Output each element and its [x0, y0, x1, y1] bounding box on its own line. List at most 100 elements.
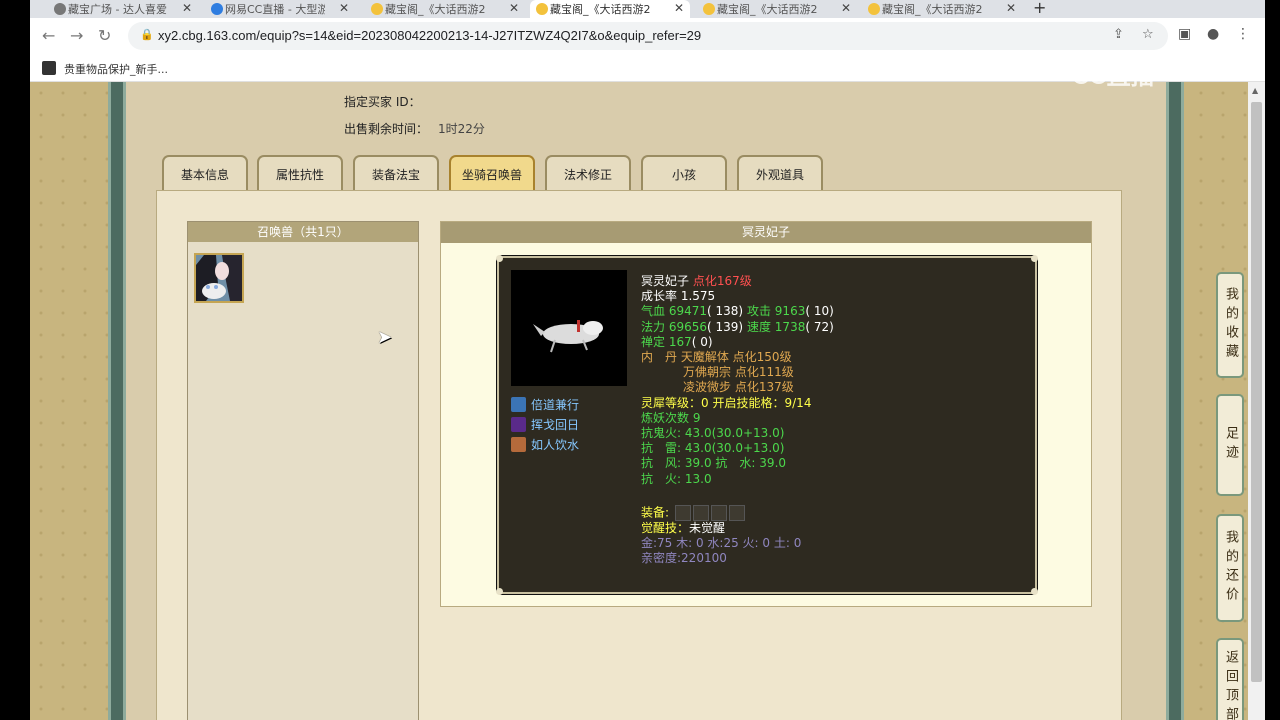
- pet-name-row: 冥灵妃子 点化167级: [641, 274, 834, 289]
- pet-skill-3[interactable]: 如人饮水: [511, 436, 579, 453]
- bookmark-favicon-icon: [42, 61, 56, 75]
- address-bar[interactable]: 🔒 xy2.cbg.163.com/equip?s=14&eid=2023080…: [128, 22, 1168, 50]
- cbg-favicon-icon: [371, 3, 383, 15]
- my-favorites-button[interactable]: 我的收藏: [1216, 272, 1244, 378]
- tab-title: 藏宝阁_《大话西游2》...: [385, 3, 485, 16]
- resist-label: 抗 火:: [641, 471, 682, 486]
- equip-label: 装备:: [641, 505, 670, 520]
- tab-basic-info[interactable]: 基本信息: [162, 155, 248, 191]
- page-scrollbar[interactable]: ▲: [1248, 82, 1265, 720]
- resist-value: 43.0: [684, 426, 712, 441]
- growth-rate: 成长率 1.575: [641, 289, 716, 304]
- toolbar: ← → ↻ 🔒 xy2.cbg.163.com/equip?s=14&eid=2…: [30, 18, 1265, 54]
- awaken-label: 觉醒技：: [641, 520, 690, 535]
- refine-label: 炼妖次数: [641, 410, 690, 425]
- browser-tab-1[interactable]: 藏宝广场 - 达人喜爱... ✕: [48, 0, 198, 18]
- summon-list-box: 召唤兽（共1只）: [187, 221, 419, 720]
- close-tab-icon[interactable]: ✕: [841, 1, 851, 15]
- tab-attribute-resist[interactable]: 属性抗性: [257, 155, 343, 191]
- resist-value: 39.0: [759, 456, 787, 471]
- tab-spell-correction[interactable]: 法术修正: [545, 155, 631, 191]
- nav-label: 我的还价: [1223, 530, 1238, 606]
- hp-points: ( 138): [707, 304, 744, 319]
- resist-wind-water-row: 抗 风: 39.0 抗 水: 39.0: [641, 456, 834, 471]
- left-border-band: [108, 82, 126, 720]
- inner-dan-3: 凌波微步 点化137级: [683, 380, 794, 395]
- pet-skill-2[interactable]: 挥戈回日: [511, 416, 579, 433]
- equip-slot[interactable]: [710, 504, 727, 521]
- tab-mount-summon[interactable]: 坐骑召唤兽: [449, 155, 535, 191]
- back-icon[interactable]: ←: [42, 26, 55, 45]
- mp-label: 法力: [641, 319, 666, 334]
- intimacy-row: 亲密度:220100: [641, 551, 727, 566]
- tab-equipment[interactable]: 装备法宝: [353, 155, 439, 191]
- footprint-button[interactable]: 足迹: [1216, 394, 1244, 496]
- web-page: 指定买家 ID： 出售剩余时间： 1时22分 基本信息 属性抗性 装备法宝 坐骑召…: [30, 82, 1248, 720]
- tab-appearance[interactable]: 外观道具: [737, 155, 823, 191]
- resist-value: 39.0: [684, 456, 712, 471]
- menu-icon[interactable]: ⋮: [1236, 26, 1250, 42]
- close-tab-icon[interactable]: ✕: [339, 1, 349, 15]
- forward-icon[interactable]: →: [70, 26, 83, 45]
- summon-avatar[interactable]: [194, 253, 244, 303]
- share-icon[interactable]: ⇪: [1113, 27, 1124, 42]
- corner-ornament: [1031, 588, 1038, 595]
- my-bargain-button[interactable]: 我的还价: [1216, 514, 1244, 622]
- cc-favicon-icon: [211, 3, 223, 15]
- resist-label: 抗 风:: [641, 456, 682, 471]
- inner-dan-2: 万佛朝宗 点化111级: [683, 365, 794, 380]
- close-tab-icon[interactable]: ✕: [509, 1, 519, 15]
- spd-points: ( 72): [805, 319, 834, 334]
- browser-tab-5[interactable]: 藏宝阁_《大话西游2》... ✕: [697, 0, 857, 18]
- lock-icon[interactable]: 🔒: [140, 28, 154, 41]
- reload-icon[interactable]: ↻: [98, 26, 111, 45]
- resist-label: 抗 水:: [715, 456, 756, 471]
- sidebar-icon[interactable]: ▣: [1178, 26, 1191, 42]
- lingxi-row: 灵犀等级：0 开启技能格：9/14: [641, 396, 834, 411]
- equip-slot[interactable]: [728, 504, 745, 521]
- zen-row: 禅定 167( 0): [641, 335, 834, 350]
- profile-icon[interactable]: ●: [1207, 26, 1219, 42]
- browser-tab-4-active[interactable]: 藏宝阁_《大话西游2》... ✕: [530, 0, 690, 18]
- browser-tab-2[interactable]: 网易CC直播 - 大型游戏... ✕: [205, 0, 355, 18]
- skill-speed-icon: [511, 397, 526, 412]
- url-text[interactable]: xy2.cbg.163.com/equip?s=14&eid=202308042…: [158, 28, 701, 43]
- close-tab-icon[interactable]: ✕: [1006, 1, 1016, 15]
- back-to-top-button[interactable]: 返回顶部: [1216, 638, 1244, 720]
- equip-slot[interactable]: [674, 504, 691, 521]
- resist-detail: (30.0+13.0): [711, 441, 785, 456]
- scrollbar-thumb[interactable]: [1251, 102, 1262, 682]
- pet-level: 点化167级: [692, 274, 752, 288]
- skill-name: 倍道兼行: [531, 398, 580, 412]
- resist-detail: (30.0+13.0): [711, 426, 785, 441]
- pet-tooltip: 倍道兼行 挥戈回日 如人饮水 冥灵妃子 点化167级 成长率 1.575 气血 …: [496, 255, 1038, 595]
- bookmark-item[interactable]: 贵重物品保护_新手...: [64, 61, 168, 77]
- skill-spear-icon: [511, 417, 526, 432]
- inner-dan-label: 内 丹: [641, 350, 678, 365]
- hp-atk-row: 气血 69471( 138) 攻击 9163( 10): [641, 304, 834, 319]
- browser-tab-6[interactable]: 藏宝阁_《大话西游2》... ✕: [862, 0, 1022, 18]
- lingxi-skill-label: 开启技能格：: [712, 395, 785, 410]
- designated-buyer-row: 指定买家 ID：: [344, 93, 431, 110]
- corner-ornament: [496, 255, 503, 262]
- atk-label: 攻击: [746, 304, 771, 319]
- hp-value: 69471: [668, 304, 708, 319]
- resist-label: 抗鬼火:: [641, 426, 682, 441]
- tab-strip: 藏宝广场 - 达人喜爱... ✕ 网易CC直播 - 大型游戏... ✕ 藏宝阁_…: [30, 0, 1265, 18]
- new-tab-button[interactable]: +: [1033, 0, 1046, 17]
- equip-row: 装备:: [641, 504, 834, 521]
- zen-label: 禅定: [641, 334, 666, 349]
- equip-slot[interactable]: [692, 504, 709, 521]
- inner-dan-1: 天魔解体 点化150级: [680, 350, 792, 365]
- close-tab-icon[interactable]: ✕: [674, 1, 684, 15]
- browser-tab-3[interactable]: 藏宝阁_《大话西游2》... ✕: [365, 0, 525, 18]
- cbg-favicon-icon: [868, 3, 880, 15]
- elements-row: 金:75 木: 0 水:25 火: 0 土: 0: [641, 536, 802, 551]
- close-tab-icon[interactable]: ✕: [182, 1, 192, 15]
- left-decoration: [30, 82, 120, 720]
- bookmark-star-icon[interactable]: ☆: [1142, 27, 1154, 42]
- cbg-favicon-icon: [703, 3, 715, 15]
- tab-child[interactable]: 小孩: [641, 155, 727, 191]
- pet-skill-1[interactable]: 倍道兼行: [511, 396, 579, 413]
- scroll-up-arrow-icon[interactable]: ▲: [1252, 86, 1258, 95]
